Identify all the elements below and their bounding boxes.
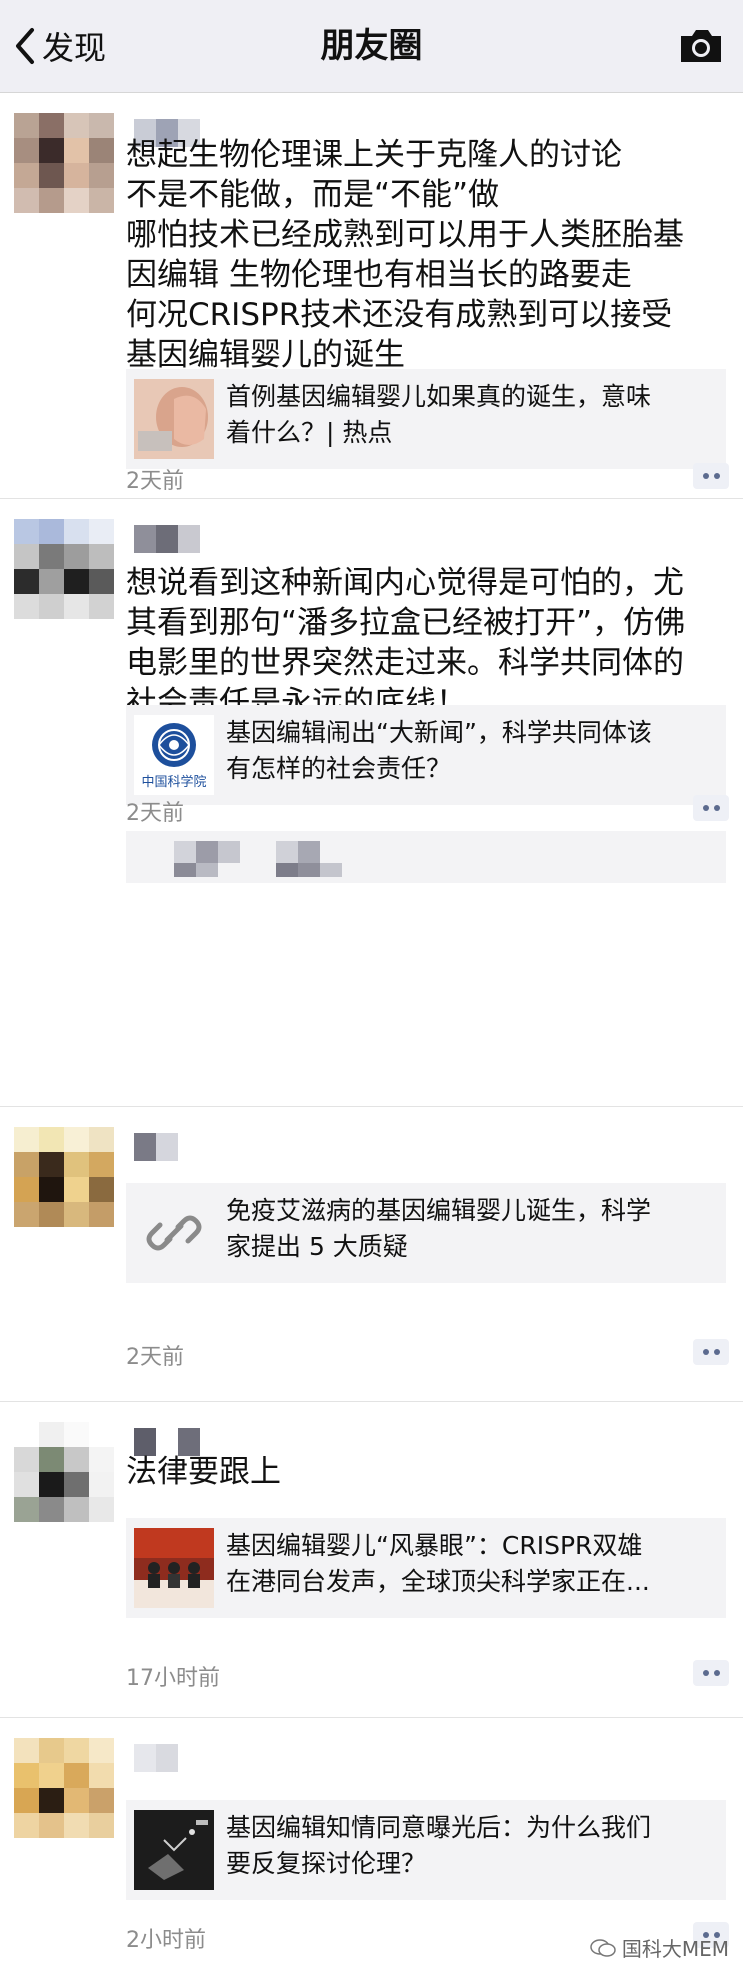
username-blurred[interactable] bbox=[134, 525, 200, 553]
post-time: 2小时前 bbox=[126, 1928, 206, 1953]
link-title: 基因编辑闹出“大新闻”，科学共同体该 有怎样的社会责任？ bbox=[226, 718, 652, 783]
post-time: 2天前 bbox=[126, 801, 184, 826]
watermark-text: 国科大MEM bbox=[621, 1937, 729, 1961]
thumbnail-image bbox=[134, 1528, 214, 1608]
username-blurred[interactable] bbox=[134, 1744, 178, 1772]
username-blurred[interactable] bbox=[134, 1133, 178, 1161]
post-time: 2天前 bbox=[126, 1345, 184, 1370]
logo-caption: 中国科学院 bbox=[141, 775, 207, 790]
camera-icon[interactable] bbox=[677, 26, 725, 66]
link-card[interactable]: 首例基因编辑婴儿如果真的诞生，意味 着什么？| 热点 bbox=[126, 369, 726, 469]
link-card[interactable]: 免疫艾滋病的基因编辑婴儿诞生，科学 家提出 5 大质疑 bbox=[126, 1183, 726, 1283]
post-text: 想说看到这种新闻内心觉得是可怕的，尤 其看到那句“潘多拉盒已经被打开”，仿佛 电… bbox=[126, 565, 686, 721]
nav-bar: 发现 朋友圈 bbox=[0, 0, 743, 93]
avatar[interactable] bbox=[14, 1422, 114, 1522]
wechat-logo-icon bbox=[590, 1938, 616, 1957]
link-card[interactable]: 基因编辑知情同意曝光后：为什么我们 要反复探讨伦理？ bbox=[126, 1800, 726, 1900]
more-icon[interactable] bbox=[693, 1339, 729, 1365]
more-icon[interactable] bbox=[693, 1660, 729, 1686]
moment-post: 基因编辑知情同意曝光后：为什么我们 要反复探讨伦理？ 2小时前 国科大MEM bbox=[0, 1718, 743, 1978]
post-time: 17小时前 bbox=[126, 1666, 220, 1691]
avatar[interactable] bbox=[14, 1127, 114, 1227]
moment-post: 想说看到这种新闻内心觉得是可怕的，尤 其看到那句“潘多拉盒已经被打开”，仿佛 电… bbox=[0, 499, 743, 1107]
moment-post: 想起生物伦理课上关于克隆人的讨论 不是不能做，而是“不能”做 哪怕技术已经成熟到… bbox=[0, 93, 743, 499]
link-title: 基因编辑婴儿“风暴眼”：CRISPR双雄 在港同台发声，全球顶尖科学家正在... bbox=[226, 1531, 650, 1596]
thumbnail-image: 中国科学院 bbox=[134, 715, 214, 795]
avatar[interactable] bbox=[14, 519, 114, 619]
avatar[interactable] bbox=[14, 113, 114, 213]
link-title: 基因编辑知情同意曝光后：为什么我们 要反复探讨伦理？ bbox=[226, 1813, 652, 1878]
link-title: 首例基因编辑婴儿如果真的诞生，意味 着什么？| 热点 bbox=[226, 382, 652, 447]
post-text: 法律要跟上 bbox=[126, 1454, 281, 1490]
comment-blurred bbox=[126, 831, 726, 883]
thumbnail-image bbox=[134, 1810, 214, 1890]
link-icon bbox=[146, 1215, 202, 1251]
link-card[interactable]: 中国科学院 基因编辑闹出“大新闻”，科学共同体该 有怎样的社会责任？ bbox=[126, 705, 726, 805]
more-icon[interactable] bbox=[693, 795, 729, 821]
more-icon[interactable] bbox=[693, 463, 729, 489]
link-card[interactable]: 基因编辑婴儿“风暴眼”：CRISPR双雄 在港同台发声，全球顶尖科学家正在... bbox=[126, 1518, 726, 1618]
link-title: 免疫艾滋病的基因编辑婴儿诞生，科学 家提出 5 大质疑 bbox=[226, 1196, 652, 1261]
moment-post: 法律要跟上 基因编辑婴儿“风暴眼”：CRISPR双雄 在港同台发声，全球顶尖科学… bbox=[0, 1402, 743, 1718]
avatar[interactable] bbox=[14, 1738, 114, 1838]
thumbnail-image bbox=[134, 379, 214, 459]
moment-post: 免疫艾滋病的基因编辑婴儿诞生，科学 家提出 5 大质疑 2天前 bbox=[0, 1107, 743, 1402]
watermark: 国科大MEM bbox=[590, 1933, 729, 1962]
post-time: 2天前 bbox=[126, 469, 184, 494]
page-title: 朋友圈 bbox=[320, 26, 423, 66]
